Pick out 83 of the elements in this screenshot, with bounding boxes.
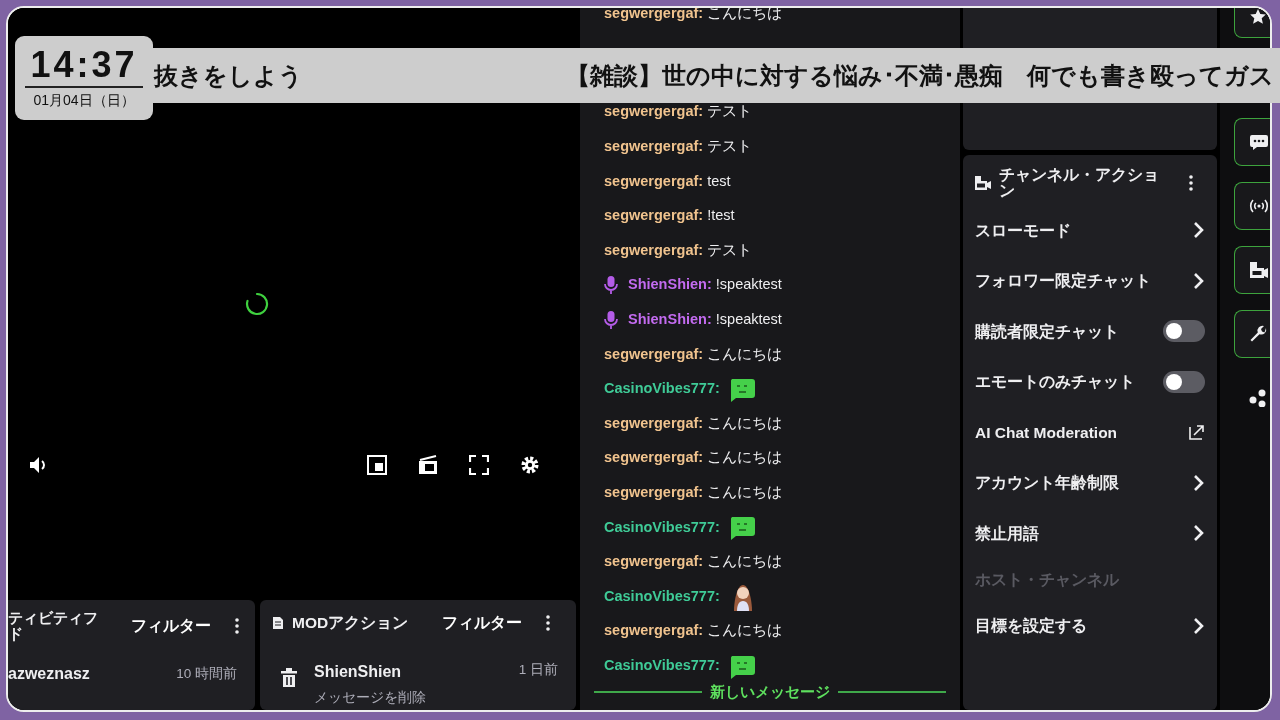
- chevron-right-icon: [1193, 473, 1205, 492]
- dots-icon[interactable]: [1248, 389, 1268, 407]
- chat-message: こんにちは: [707, 344, 783, 364]
- menu-item[interactable]: 購読者限定チャット: [963, 306, 1217, 357]
- new-messages-label[interactable]: 新しいメッセージ: [710, 681, 830, 704]
- clock-time: 14:37: [25, 44, 143, 88]
- timestamp: 10 時間前: [176, 664, 237, 683]
- chat-message: テスト: [707, 137, 753, 156]
- microphone-icon: [604, 310, 618, 329]
- username: azweznasz: [8, 664, 90, 684]
- chat-message: こんにちは: [707, 8, 783, 24]
- chat-username[interactable]: ShienShien:: [628, 309, 712, 331]
- chat-message: テスト: [707, 240, 753, 260]
- chat-message: こんにちは: [707, 482, 783, 502]
- menu-item[interactable]: エモートのみチャット: [963, 356, 1217, 407]
- menu-item[interactable]: フォロワー限定チャット: [963, 255, 1217, 306]
- chevron-right-icon: [1193, 271, 1205, 290]
- menu-item[interactable]: 禁止用語: [963, 508, 1217, 559]
- clock-date: 01月04日（日）: [32, 91, 136, 110]
- external-link-icon: [1189, 424, 1205, 441]
- action-description: メッセージを削除: [314, 689, 426, 707]
- menu-item[interactable]: アカウント年齢制限: [963, 457, 1217, 508]
- username: ShienShien: [314, 662, 402, 682]
- chat-message: test: [707, 171, 731, 191]
- toggle-switch[interactable]: [1163, 370, 1205, 393]
- chat-message: !speaktest: [715, 275, 782, 295]
- stream-title-text: 【雑談】世の中に対する悩み･不満･愚痴 何でも書き殴ってガス: [566, 60, 1274, 91]
- more-options-icon[interactable]: [1189, 175, 1193, 191]
- chat-message: こんにちは: [707, 448, 783, 468]
- chat-username[interactable]: segwergergaf:: [604, 620, 704, 643]
- chat-username[interactable]: segwergergaf:: [604, 101, 704, 124]
- chat-username[interactable]: segwergergaf:: [604, 551, 704, 573]
- chat-username[interactable]: CasinoVibes777:: [604, 654, 720, 677]
- loading-spinner-icon: [245, 292, 269, 316]
- menu-item[interactable]: AI Chat Moderation: [963, 407, 1217, 458]
- more-options-icon[interactable]: [235, 618, 239, 634]
- microphone-icon: [604, 276, 618, 295]
- chat-message: テスト: [707, 102, 753, 122]
- panel-title: ド: [8, 626, 23, 642]
- chat-username[interactable]: segwergergaf:: [604, 8, 704, 25]
- chat-username[interactable]: CasinoVibes777:: [604, 585, 720, 608]
- theatre-mode-icon[interactable]: [418, 455, 438, 475]
- filter-button[interactable]: フィルター: [131, 614, 211, 638]
- chat-username[interactable]: CasinoVibes777:: [604, 378, 720, 400]
- camera-icon: [975, 176, 991, 190]
- chevron-right-icon: [1193, 524, 1205, 543]
- camera-icon[interactable]: [1249, 261, 1269, 279]
- chat-message: !test: [707, 206, 735, 226]
- timestamp: 1 日前: [518, 661, 558, 679]
- menu-item[interactable]: 目標を設定する: [963, 600, 1217, 651]
- menu-item[interactable]: スローモード: [963, 205, 1217, 256]
- panel-title: チャンネル・アクション: [999, 167, 1159, 199]
- document-icon: [272, 616, 284, 630]
- settings-icon[interactable]: [520, 455, 540, 475]
- chat-username[interactable]: segwergergaf:: [604, 205, 704, 227]
- chat-username[interactable]: segwergergaf:: [604, 412, 704, 435]
- chat-username[interactable]: ShienShien:: [628, 274, 712, 297]
- fullscreen-icon[interactable]: [469, 455, 489, 475]
- panel-title: ティビティフ: [8, 610, 98, 626]
- chat-icon[interactable]: [1249, 133, 1269, 151]
- chat-username[interactable]: segwergergaf:: [604, 136, 704, 158]
- menu-item: ホスト・チャンネル: [974, 569, 1120, 590]
- more-options-icon[interactable]: [546, 615, 550, 631]
- chat-message: こんにちは: [707, 413, 783, 433]
- broadcast-icon[interactable]: [1249, 197, 1269, 215]
- chat-username[interactable]: segwergergaf:: [604, 239, 704, 262]
- chat-message: こんにちは: [707, 621, 783, 641]
- wrench-icon[interactable]: [1249, 325, 1269, 343]
- toggle-switch[interactable]: [1163, 320, 1205, 343]
- panel-title: MODアクション: [292, 613, 409, 634]
- trash-icon: [280, 668, 298, 688]
- chat-username[interactable]: CasinoVibes777:: [604, 516, 720, 539]
- picture-in-picture-icon[interactable]: [367, 455, 387, 475]
- chat-username[interactable]: segwergergaf:: [604, 447, 704, 470]
- chat-username[interactable]: segwergergaf:: [604, 481, 704, 504]
- chat-message: こんにちは: [707, 552, 783, 572]
- stream-title-text: 抜きをしよう: [154, 60, 303, 91]
- chevron-right-icon: [1193, 616, 1205, 635]
- chat-message: !speaktest: [715, 310, 782, 329]
- chat-username[interactable]: segwergergaf:: [604, 170, 704, 193]
- chat-username[interactable]: segwergergaf:: [604, 343, 704, 366]
- chevron-right-icon: [1193, 221, 1205, 240]
- filter-button[interactable]: フィルター: [442, 611, 522, 635]
